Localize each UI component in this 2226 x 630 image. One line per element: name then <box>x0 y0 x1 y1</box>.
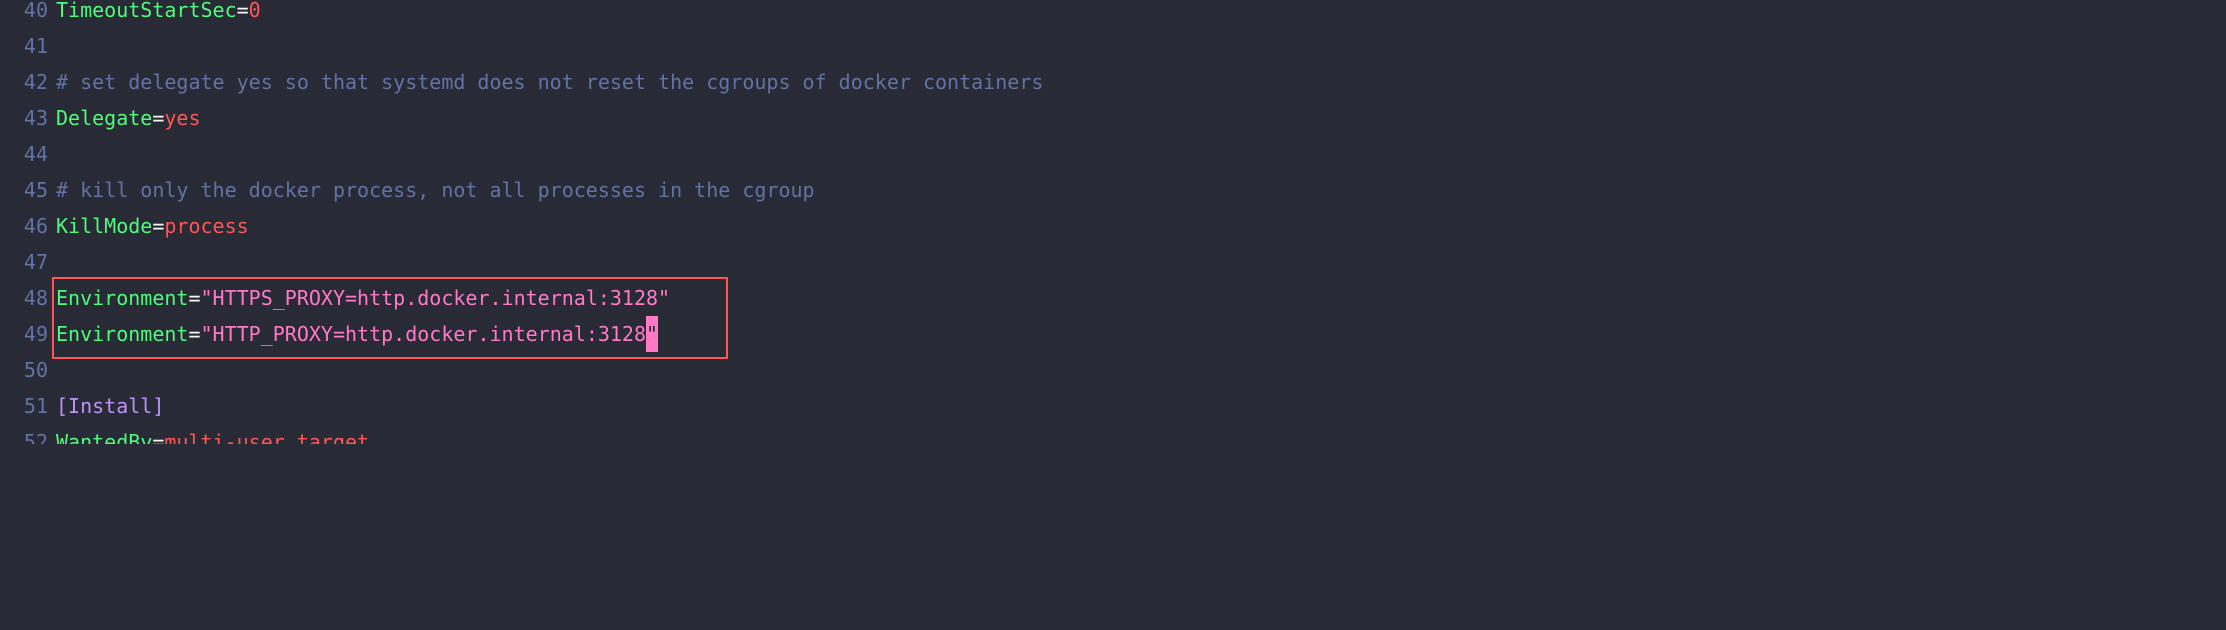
code-line: 44 <box>0 136 2226 172</box>
line-number: 52 <box>0 424 56 444</box>
code-text: Environment="HTTPS_PROXY=http.docker.int… <box>56 280 2226 316</box>
code-line: 46 KillMode=process <box>0 208 2226 244</box>
code-text: [Install] <box>56 388 2226 424</box>
line-number: 45 <box>0 172 56 208</box>
code-line: 50 <box>0 352 2226 388</box>
code-line: 47 <box>0 244 2226 280</box>
code-text: Environment="HTTP_PROXY=http.docker.inte… <box>56 316 2226 352</box>
line-number: 41 <box>0 28 56 64</box>
code-line: 51 [Install] <box>0 388 2226 424</box>
code-text: Delegate=yes <box>56 100 2226 136</box>
code-editor[interactable]: 40 TimeoutStartSec=0 41 42 # set delegat… <box>0 0 2226 444</box>
code-line: 42 # set delegate yes so that systemd do… <box>0 64 2226 100</box>
line-number: 46 <box>0 208 56 244</box>
line-number: 44 <box>0 136 56 172</box>
code-text: TimeoutStartSec=0 <box>56 0 261 28</box>
code-line: 45 # kill only the docker process, not a… <box>0 172 2226 208</box>
line-number: 48 <box>0 280 56 316</box>
code-line: 41 <box>0 28 2226 64</box>
line-number: 42 <box>0 64 56 100</box>
code-line: 48 Environment="HTTPS_PROXY=http.docker.… <box>0 280 2226 316</box>
line-number: 50 <box>0 352 56 388</box>
text-cursor: " <box>646 316 658 352</box>
code-line: 43 Delegate=yes <box>0 100 2226 136</box>
code-line: 40 TimeoutStartSec=0 <box>0 0 261 28</box>
line-number: 47 <box>0 244 56 280</box>
code-text: KillMode=process <box>56 208 2226 244</box>
code-text: WantedBy=multi-user.target <box>56 424 2226 444</box>
code-text: # set delegate yes so that systemd does … <box>56 64 2226 100</box>
line-number: 43 <box>0 100 56 136</box>
code-text: # kill only the docker process, not all … <box>56 172 2226 208</box>
code-line: 49 Environment="HTTP_PROXY=http.docker.i… <box>0 316 2226 352</box>
line-number: 40 <box>0 0 56 28</box>
line-number: 49 <box>0 316 56 352</box>
line-number: 51 <box>0 388 56 424</box>
code-line: 52 WantedBy=multi-user.target <box>0 424 2226 444</box>
